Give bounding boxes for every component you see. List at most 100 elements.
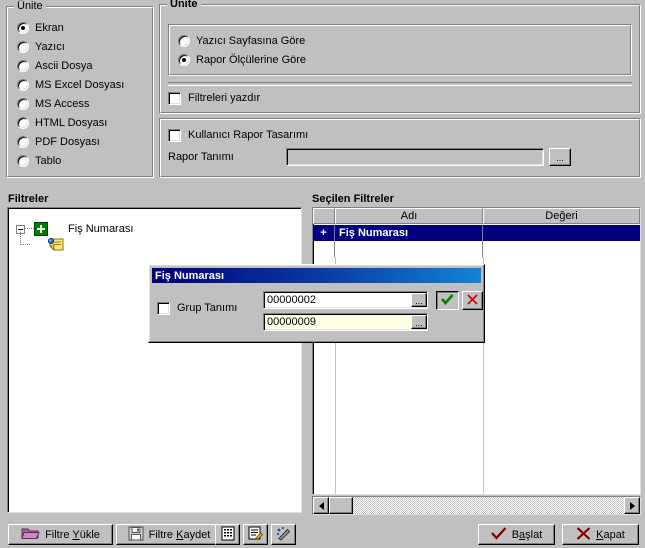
checkbox-kullanici-rapor-tasarimi[interactable]: Kullanıcı Rapor Tasarımı	[168, 128, 308, 142]
checkbox-grup-tanimi[interactable]: Grup Tanımı	[157, 301, 237, 315]
ellipsis-icon: ...	[415, 318, 423, 328]
value-start-browse-button[interactable]: ...	[411, 293, 427, 307]
grid-header-adi[interactable]: Adı	[335, 208, 483, 224]
report-preview-button[interactable]	[215, 524, 240, 545]
value-start-text: 00000002	[267, 294, 316, 306]
scroll-left-button[interactable]	[313, 497, 329, 514]
folder-icon	[21, 526, 40, 543]
checkbox-label: Kullanıcı Rapor Tasarımı	[188, 129, 309, 141]
start-label: Başlat	[511, 528, 543, 541]
rapor-tanimi-browse-button[interactable]: ...	[549, 148, 571, 166]
save-filter-button[interactable]: Filtre Kaydet	[116, 524, 222, 545]
radio-label: HTML Dosyası	[35, 117, 108, 129]
check-icon	[490, 526, 507, 543]
radio-tablo[interactable]: Tablo	[17, 154, 61, 168]
tree-connector	[25, 228, 34, 230]
checkbox-icon	[168, 91, 181, 105]
form-edit-button[interactable]	[243, 524, 268, 545]
radio-icon	[17, 60, 29, 72]
unit-group-title: Ünite	[14, 1, 46, 12]
radio-icon	[17, 117, 29, 129]
scrollbar-thumb[interactable]	[329, 497, 353, 514]
checkbox-icon	[168, 128, 181, 142]
radio-icon	[17, 22, 29, 34]
wand-button[interactable]	[271, 524, 296, 545]
tree-item-fis-numarasi[interactable]: Fiş Numarası	[16, 222, 133, 236]
rapor-tanimi-field[interactable]	[286, 148, 544, 166]
unit-panel-title: Ünite	[167, 0, 201, 10]
load-filter-button[interactable]: Filtre Yükle	[8, 524, 113, 545]
secilen-filtreler-heading: Seçilen Filtreler	[312, 193, 394, 205]
radio-ascii-dosya[interactable]: Ascii Dosya	[17, 59, 92, 73]
value-start-input[interactable]: 00000002	[263, 291, 428, 309]
radio-label: Yazıcı	[35, 41, 65, 53]
radio-label: Tablo	[35, 155, 62, 167]
filters-tree-panel[interactable]: Fiş Numarası	[7, 207, 302, 513]
dialog-confirm-button[interactable]	[436, 291, 459, 310]
chevron-right-icon	[629, 501, 635, 510]
radio-icon	[178, 35, 190, 47]
close-button[interactable]: Kapat	[562, 524, 639, 545]
check-icon	[441, 293, 454, 308]
radio-ekran[interactable]: Ekran	[17, 21, 64, 35]
row-name	[335, 241, 483, 257]
form-edit-icon	[248, 526, 264, 544]
radio-ms-access[interactable]: MS Access	[17, 97, 89, 111]
dialog-title-text: Fiş Numarası	[155, 269, 225, 282]
tree-child-connector-h	[20, 244, 30, 246]
floppy-icon	[128, 526, 144, 544]
load-filter-label: Filtre Yükle	[45, 528, 100, 541]
rapor-tanimi-label: Rapor Tanımı	[168, 151, 234, 163]
fis-numarasi-dialog[interactable]: Fiş Numarası Grup Tanımı 00000002 ... 00…	[148, 264, 485, 343]
radio-pdf-dosyasi[interactable]: PDF Dosyası	[17, 135, 100, 149]
value-end-browse-button[interactable]: ...	[411, 315, 427, 329]
checkbox-filtreleri-yazdir[interactable]: Filtreleri yazdır	[168, 91, 260, 105]
selected-filters-grid[interactable]: Adı Değeri + Fiş Numarası	[312, 207, 641, 495]
x-icon	[467, 293, 478, 308]
radio-ms-excel-dosyasi[interactable]: MS Excel Dosyası	[17, 78, 124, 92]
row-indicator: +	[313, 225, 335, 241]
radio-label: MS Access	[35, 98, 90, 110]
row-name: Fiş Numarası	[335, 225, 483, 241]
table-row[interactable]: + Fiş Numarası	[313, 225, 640, 241]
grid-header-degeri[interactable]: Değeri	[483, 208, 640, 224]
radio-label: Yazıcı Sayfasına Göre	[196, 35, 306, 47]
report-design-box: Kullanıcı Rapor Tasarımı Rapor Tanımı ..…	[159, 118, 641, 178]
row-value	[483, 225, 640, 241]
table-row-empty[interactable]	[313, 241, 640, 257]
dialog-cancel-button[interactable]	[462, 291, 483, 310]
ellipsis-icon: ...	[556, 153, 564, 163]
scrollbar-track[interactable]	[353, 497, 624, 514]
grid-header-indicator[interactable]	[313, 208, 335, 224]
radio-rapor-olculerine-gore[interactable]: Rapor Ölçülerine Göre	[178, 53, 306, 67]
radio-yazici-sayfasina-gore[interactable]: Yazıcı Sayfasına Göre	[178, 34, 305, 48]
radio-label: PDF Dosyası	[35, 136, 100, 148]
panel-divider	[168, 82, 632, 86]
grid-horizontal-scrollbar[interactable]	[312, 496, 641, 515]
note-pin-icon[interactable]	[45, 236, 67, 254]
radio-icon	[17, 79, 29, 91]
radio-icon	[17, 98, 29, 110]
report-preview-icon	[221, 526, 235, 544]
scroll-right-button[interactable]	[624, 497, 640, 514]
filtreler-heading: Filtreler	[8, 193, 49, 205]
radio-yazici[interactable]: Yazıcı	[17, 40, 65, 54]
page-size-group: Yazıcı Sayfasına Göre Rapor Ölçülerine G…	[168, 24, 632, 76]
ellipsis-icon: ...	[415, 296, 423, 306]
checkbox-label: Grup Tanımı	[177, 302, 238, 314]
start-button[interactable]: Başlat	[478, 524, 555, 545]
radio-icon	[17, 155, 29, 167]
checkbox-icon	[157, 301, 170, 315]
tree-item-label: Fiş Numarası	[68, 223, 134, 235]
grid-header-row: Adı Değeri	[313, 208, 640, 224]
value-end-input[interactable]: 00000009	[263, 313, 428, 331]
chevron-left-icon	[318, 501, 324, 510]
close-label: Kapat	[596, 528, 625, 541]
radio-html-dosyasi[interactable]: HTML Dosyası	[17, 116, 107, 130]
checkbox-label: Filtreleri yazdır	[188, 92, 261, 104]
unit-group-box: Ünite Ekran Yazıcı Ascii Dosya MS Excel …	[6, 1, 154, 178]
radio-label: Rapor Ölçülerine Göre	[196, 54, 307, 66]
green-plus-icon	[34, 222, 48, 236]
radio-icon	[17, 41, 29, 53]
radio-label: Ekran	[35, 22, 64, 34]
